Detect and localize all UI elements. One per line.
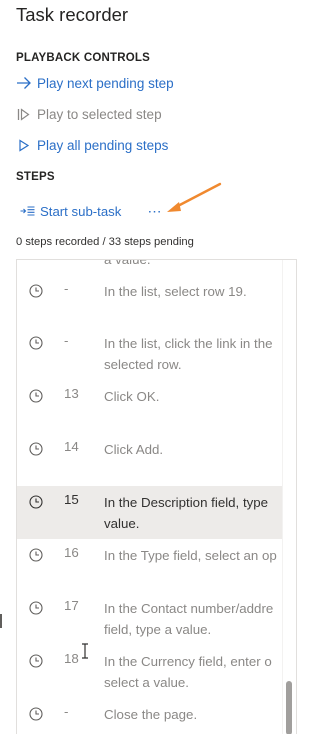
- step-row[interactable]: 13 Click OK.: [17, 380, 282, 433]
- arrow-right-icon: [16, 75, 32, 91]
- step-number: 16: [64, 545, 79, 560]
- step-row[interactable]: - In the list, select row 19.: [17, 275, 282, 327]
- subtask-icon: [20, 206, 35, 216]
- step-row[interactable]: 18 In the Currency field, enter o select…: [17, 645, 282, 698]
- step-text: Close the page.: [104, 707, 198, 722]
- play-icon: [16, 137, 32, 153]
- step-text: Click OK.: [104, 389, 160, 404]
- step-row-selected[interactable]: 15 In the Description field, type value.: [17, 486, 282, 539]
- clock-icon: [29, 548, 43, 562]
- play-all-pending-steps-button[interactable]: Play all pending steps: [16, 134, 168, 156]
- play-all-pending-steps-label: Play all pending steps: [37, 137, 169, 153]
- step-number: -: [64, 333, 69, 348]
- step-row[interactable]: 17 In the Contact number/addre field, ty…: [17, 592, 282, 645]
- step-number: 17: [64, 598, 79, 613]
- step-text: In the Description field, type: [104, 495, 269, 510]
- step-row[interactable]: - Close the page.: [17, 698, 282, 734]
- step-text-continued: value.: [104, 516, 140, 531]
- step-row[interactable]: - In the list, click the link in the sel…: [17, 327, 282, 380]
- panel-title: Task recorder: [16, 4, 129, 25]
- step-row[interactable]: a value.: [17, 259, 282, 275]
- play-next-pending-step-label: Play next pending step: [37, 75, 174, 91]
- playback-controls-heading: PLAYBACK CONTROLS: [16, 52, 150, 64]
- steps-summary: 0 steps recorded / 33 steps pending: [16, 236, 194, 248]
- step-row[interactable]: 16 In the Type field, select an op: [17, 539, 282, 592]
- play-to-selected-step-button[interactable]: Play to selected step: [16, 103, 162, 125]
- play-to-selected-step-label: Play to selected step: [37, 106, 162, 122]
- step-text-continued: selected row.: [104, 357, 182, 372]
- step-number: 15: [64, 492, 79, 507]
- clock-icon: [29, 495, 43, 509]
- step-number: -: [64, 704, 69, 719]
- step-text-continued: select a value.: [104, 675, 190, 690]
- scrollbar-thumb[interactable]: [286, 681, 292, 734]
- step-number: 14: [64, 439, 79, 454]
- start-subtask-button[interactable]: Start sub-task: [20, 201, 121, 221]
- step-text: In the list, click the link in the: [104, 336, 273, 351]
- step-text: a value.: [104, 259, 151, 267]
- step-text: In the list, select row 19.: [104, 284, 247, 299]
- steps-list[interactable]: a value. - In the list, select row 19. -…: [16, 259, 297, 734]
- text-cursor-icon: [82, 643, 88, 659]
- clock-icon: [29, 707, 43, 721]
- clock-icon: [29, 442, 43, 456]
- steps-scrollbar[interactable]: [282, 260, 296, 734]
- start-subtask-label: Start sub-task: [40, 203, 122, 219]
- annotation-arrow-icon: [167, 182, 222, 212]
- clock-icon: [29, 654, 43, 668]
- clock-icon: [29, 601, 43, 615]
- step-number: 13: [64, 386, 79, 401]
- step-number: -: [64, 281, 69, 296]
- play-next-pending-step-button[interactable]: Play next pending step: [16, 72, 174, 94]
- window-edge-marker: [0, 614, 2, 628]
- clock-icon: [29, 284, 43, 298]
- step-row[interactable]: 14 Click Add.: [17, 433, 282, 486]
- step-text-continued: field, type a value.: [104, 622, 212, 637]
- steps-heading: STEPS: [16, 171, 55, 183]
- clock-icon: [29, 389, 43, 403]
- clock-icon: [29, 336, 43, 350]
- step-text: Click Add.: [104, 442, 164, 457]
- play-to-step-icon: [16, 106, 32, 122]
- step-text: In the Currency field, enter o: [104, 654, 272, 669]
- step-text: In the Contact number/addre: [104, 601, 274, 616]
- step-text: In the Type field, select an op: [104, 548, 277, 563]
